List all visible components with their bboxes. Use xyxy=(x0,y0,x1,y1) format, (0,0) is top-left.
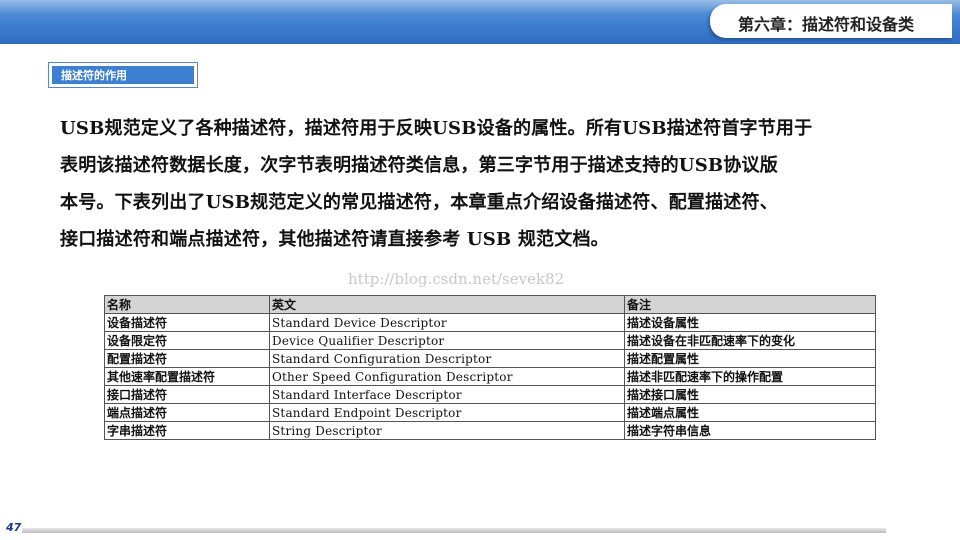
table-row: 其他速率配置描述符 Other Speed Configuration Desc… xyxy=(104,367,876,386)
footer-bar xyxy=(22,528,886,533)
cell-name: 设备限定符 xyxy=(104,331,270,350)
cell-note: 描述配置属性 xyxy=(624,349,876,368)
cell-note: 描述端点属性 xyxy=(624,403,876,422)
cell-english: String Descriptor xyxy=(269,421,625,440)
cell-english: Standard Endpoint Descriptor xyxy=(269,403,625,422)
table-row: 设备限定符 Device Qualifier Descriptor 描述设备在非… xyxy=(104,331,876,350)
table-row: 设备描述符 Standard Device Descriptor 描述设备属性 xyxy=(104,313,876,332)
body-paragraph: USB规范定义了各种描述符，描述符用于反映USB设备的属性。所有USB描述符首字… xyxy=(60,114,890,262)
cell-note: 描述非匹配速率下的操作配置 xyxy=(624,367,876,386)
paragraph-line: 接口描述符和端点描述符，其他描述符请直接参考 USB 规范文档。 xyxy=(60,229,609,250)
table-row: 配置描述符 Standard Configuration Descriptor … xyxy=(104,349,876,368)
watermark-url: http://blog.csdn.net/sevek82 xyxy=(348,270,565,288)
chapter-title: 第六章：描述符和设备类 xyxy=(738,15,915,34)
cell-note: 描述设备在非匹配速率下的变化 xyxy=(624,331,876,350)
table-row: 接口描述符 Standard Interface Descriptor 描述接口… xyxy=(104,385,876,404)
cell-english: Device Qualifier Descriptor xyxy=(269,331,625,350)
section-label-box: 描述符的作用 xyxy=(48,62,198,88)
page-number: 47 xyxy=(6,521,22,534)
cell-english: Standard Interface Descriptor xyxy=(269,385,625,404)
cell-name: 端点描述符 xyxy=(104,403,270,422)
table-header-row: 名称 英文 备注 xyxy=(104,295,876,314)
cell-name: 接口描述符 xyxy=(104,385,270,404)
cell-english: Standard Device Descriptor xyxy=(269,313,625,332)
paragraph-line: USB规范定义了各种描述符，描述符用于反映USB设备的属性。所有USB描述符首字… xyxy=(60,118,813,139)
cell-name: 设备描述符 xyxy=(104,313,270,332)
column-header-note: 备注 xyxy=(624,295,876,314)
paragraph-line: 表明该描述符数据长度，次字节表明描述符类信息，第三字节用于描述支持的USB协议版 xyxy=(60,155,778,176)
descriptor-table: 名称 英文 备注 设备描述符 Standard Device Descripto… xyxy=(104,295,876,440)
cell-note: 描述接口属性 xyxy=(624,385,876,404)
paragraph-line: 本号。下表列出了USB规范定义的常见描述符，本章重点介绍设备描述符、配置描述符、 xyxy=(60,192,778,213)
cell-name: 配置描述符 xyxy=(104,349,270,368)
cell-english: Standard Configuration Descriptor xyxy=(269,349,625,368)
cell-name: 字串描述符 xyxy=(104,421,270,440)
section-label: 描述符的作用 xyxy=(61,69,127,82)
column-header-name: 名称 xyxy=(104,295,270,314)
cell-note: 描述设备属性 xyxy=(624,313,876,332)
cell-note: 描述字符串信息 xyxy=(624,421,876,440)
cell-name: 其他速率配置描述符 xyxy=(104,367,270,386)
column-header-english: 英文 xyxy=(269,295,625,314)
table-row: 端点描述符 Standard Endpoint Descriptor 描述端点属… xyxy=(104,403,876,422)
cell-english: Other Speed Configuration Descriptor xyxy=(269,367,625,386)
table-row: 字串描述符 String Descriptor 描述字符串信息 xyxy=(104,421,876,440)
